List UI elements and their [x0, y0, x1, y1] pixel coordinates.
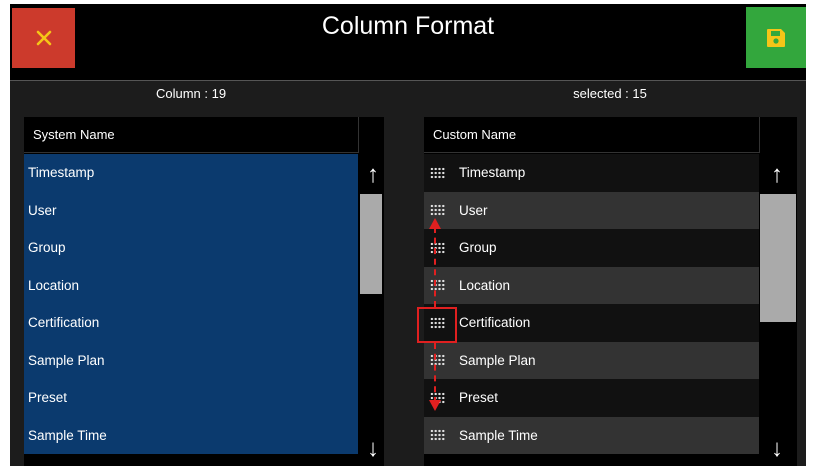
arrow-up-icon[interactable]: ↑ — [355, 160, 391, 190]
custom-name-panel: Custom Name Timestamp User Group Location Ce… — [417, 117, 797, 466]
custom-name-label: User — [459, 202, 488, 218]
custom-name-label: Certification — [459, 315, 531, 331]
arrow-up-icon[interactable]: ↑ — [759, 160, 795, 190]
custom-name-header: Custom Name — [424, 117, 759, 153]
column-count: Column : 19 — [155, 86, 227, 101]
drag-guide-up — [434, 227, 436, 307]
custom-name-label: Group — [459, 240, 497, 256]
selected-count: selected : 15 — [573, 86, 647, 101]
drag-arrow-up-icon — [429, 218, 441, 229]
system-name-label: Location — [28, 277, 80, 293]
drag-handle-icon[interactable] — [430, 241, 445, 254]
custom-name-item[interactable]: Group — [424, 229, 759, 267]
system-name-label: Preset — [28, 390, 68, 406]
custom-name-item[interactable]: Sample Time — [424, 416, 759, 454]
system-scroll-thumb[interactable] — [360, 194, 382, 294]
custom-name-list[interactable]: Timestamp User Group Location Certification S… — [424, 154, 759, 454]
system-name-label: Sample Time — [28, 427, 107, 443]
system-name-label: Timestamp — [28, 165, 95, 181]
drag-handle-icon[interactable] — [430, 429, 445, 442]
system-name-label: Certification — [28, 315, 100, 331]
system-name-label: Group — [28, 240, 66, 256]
system-name-item[interactable]: User — [24, 191, 358, 229]
drag-handle-icon[interactable] — [430, 166, 445, 179]
drag-handle-icon[interactable] — [430, 354, 445, 367]
custom-name-label: Sample Plan — [459, 352, 536, 368]
system-name-item[interactable]: Sample Plan — [24, 341, 358, 379]
arrow-down-icon[interactable]: ↓ — [355, 434, 391, 464]
system-name-label: User — [28, 202, 57, 218]
custom-name-item[interactable]: User — [424, 191, 759, 229]
dialog-title: Column Format — [321, 12, 495, 40]
system-name-header: System Name — [24, 117, 358, 153]
custom-name-label: Timestamp — [459, 165, 526, 181]
custom-name-item[interactable]: Preset — [424, 379, 759, 417]
system-scrollbar[interactable]: ↑ ↓ — [358, 154, 384, 466]
save-icon — [767, 28, 785, 47]
custom-name-label: Location — [459, 277, 511, 293]
custom-name-item[interactable]: Certification — [424, 304, 759, 342]
custom-scroll-thumb[interactable] — [760, 194, 796, 322]
drag-arrow-down-icon — [429, 400, 441, 411]
system-name-item[interactable]: Certification — [24, 304, 358, 342]
system-name-item[interactable]: Preset — [24, 379, 358, 417]
dialog-header: Column Format — [10, 4, 806, 80]
drag-highlight-box — [417, 307, 457, 343]
custom-name-item[interactable]: Sample Plan — [424, 341, 759, 379]
system-name-item[interactable]: Sample Time — [24, 416, 358, 454]
system-name-item[interactable]: Timestamp — [24, 154, 358, 192]
custom-name-item[interactable]: Timestamp — [424, 154, 759, 192]
dialog-body: Column : 19 selected : 15 System Name Ti… — [10, 80, 806, 466]
save-button[interactable] — [746, 7, 806, 68]
system-name-list[interactable]: Timestamp User Group Location Certification S… — [24, 154, 358, 454]
drag-guide-down — [434, 343, 436, 403]
system-scroll-header — [358, 117, 384, 153]
system-name-item[interactable]: Group — [24, 229, 358, 267]
system-name-panel: System Name Timestamp User Group Location Ce… — [24, 117, 384, 466]
drag-handle-icon[interactable] — [430, 204, 445, 217]
system-name-label: Sample Plan — [28, 352, 105, 368]
custom-scroll-header — [759, 117, 797, 153]
system-name-item[interactable]: Location — [24, 266, 358, 304]
drag-handle-icon[interactable] — [430, 279, 445, 292]
custom-name-label: Preset — [459, 390, 499, 406]
custom-scrollbar[interactable]: ↑ ↓ — [759, 154, 797, 466]
custom-name-label: Sample Time — [459, 427, 538, 443]
column-format-dialog: Column Format Column : 19 selected : 15 … — [10, 4, 806, 466]
custom-name-item[interactable]: Location — [424, 266, 759, 304]
arrow-down-icon[interactable]: ↓ — [759, 434, 795, 464]
